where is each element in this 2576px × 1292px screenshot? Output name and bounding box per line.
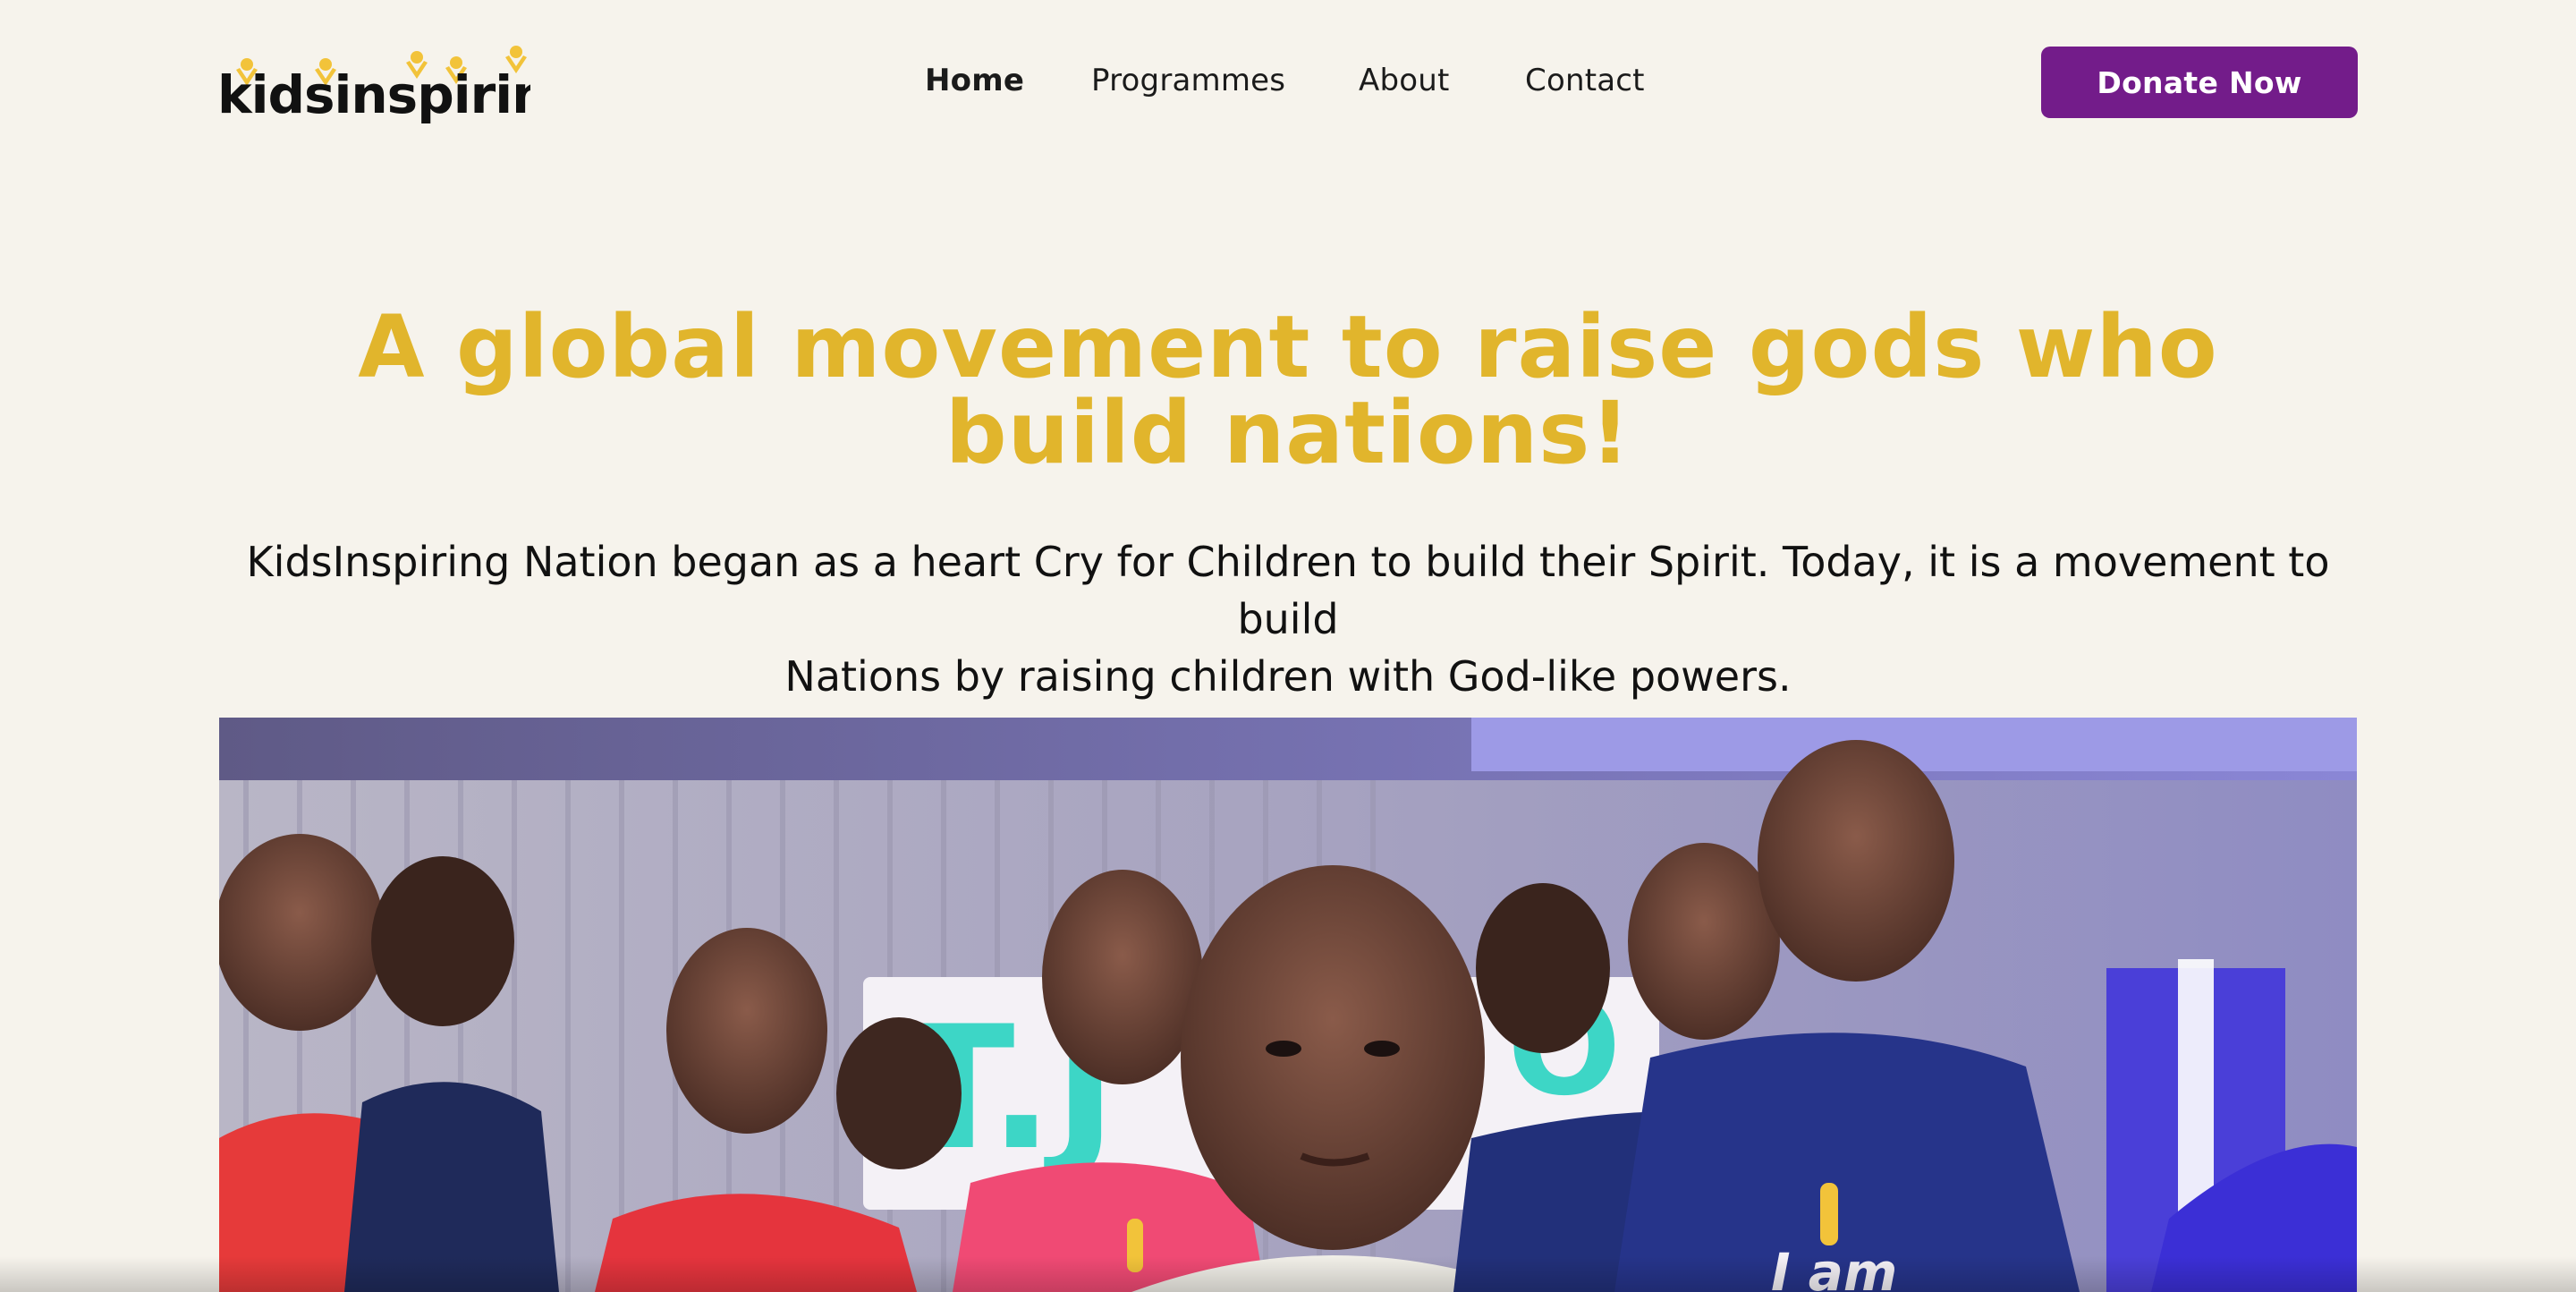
nav-contact[interactable]: Contact [1525,61,1645,100]
logo-text: kidsinspiring [217,64,530,125]
hero-title-line-2: build nations! [945,383,1631,483]
hero-subtitle: KidsInspiring Nation began as a heart Cr… [233,533,2343,705]
hero-title: A global movement to raise gods who buil… [179,304,2397,476]
site-header: kidsinspiring Home Programmes About Cont… [0,0,2576,165]
nav-home[interactable]: Home [925,61,1024,100]
donate-now-button[interactable]: Donate Now [2041,47,2358,118]
group-of-children-photo-icon: T.J O [219,718,2357,1292]
nav-programmes[interactable]: Programmes [1091,61,1285,100]
nav-about[interactable]: About [1359,61,1450,100]
page: kidsinspiring Home Programmes About Cont… [0,0,2576,1292]
hero-photo: T.J O [219,718,2357,1292]
hero-subtitle-line-1: KidsInspiring Nation began as a heart Cr… [246,538,2330,643]
hero-subtitle-line-2: Nations by raising children with God-lik… [784,652,1792,701]
shirt-text: I am [1771,1242,1897,1292]
site-logo[interactable]: kidsinspiring [217,45,530,125]
kidsinspiring-logo-icon: kidsinspiring [217,46,530,125]
